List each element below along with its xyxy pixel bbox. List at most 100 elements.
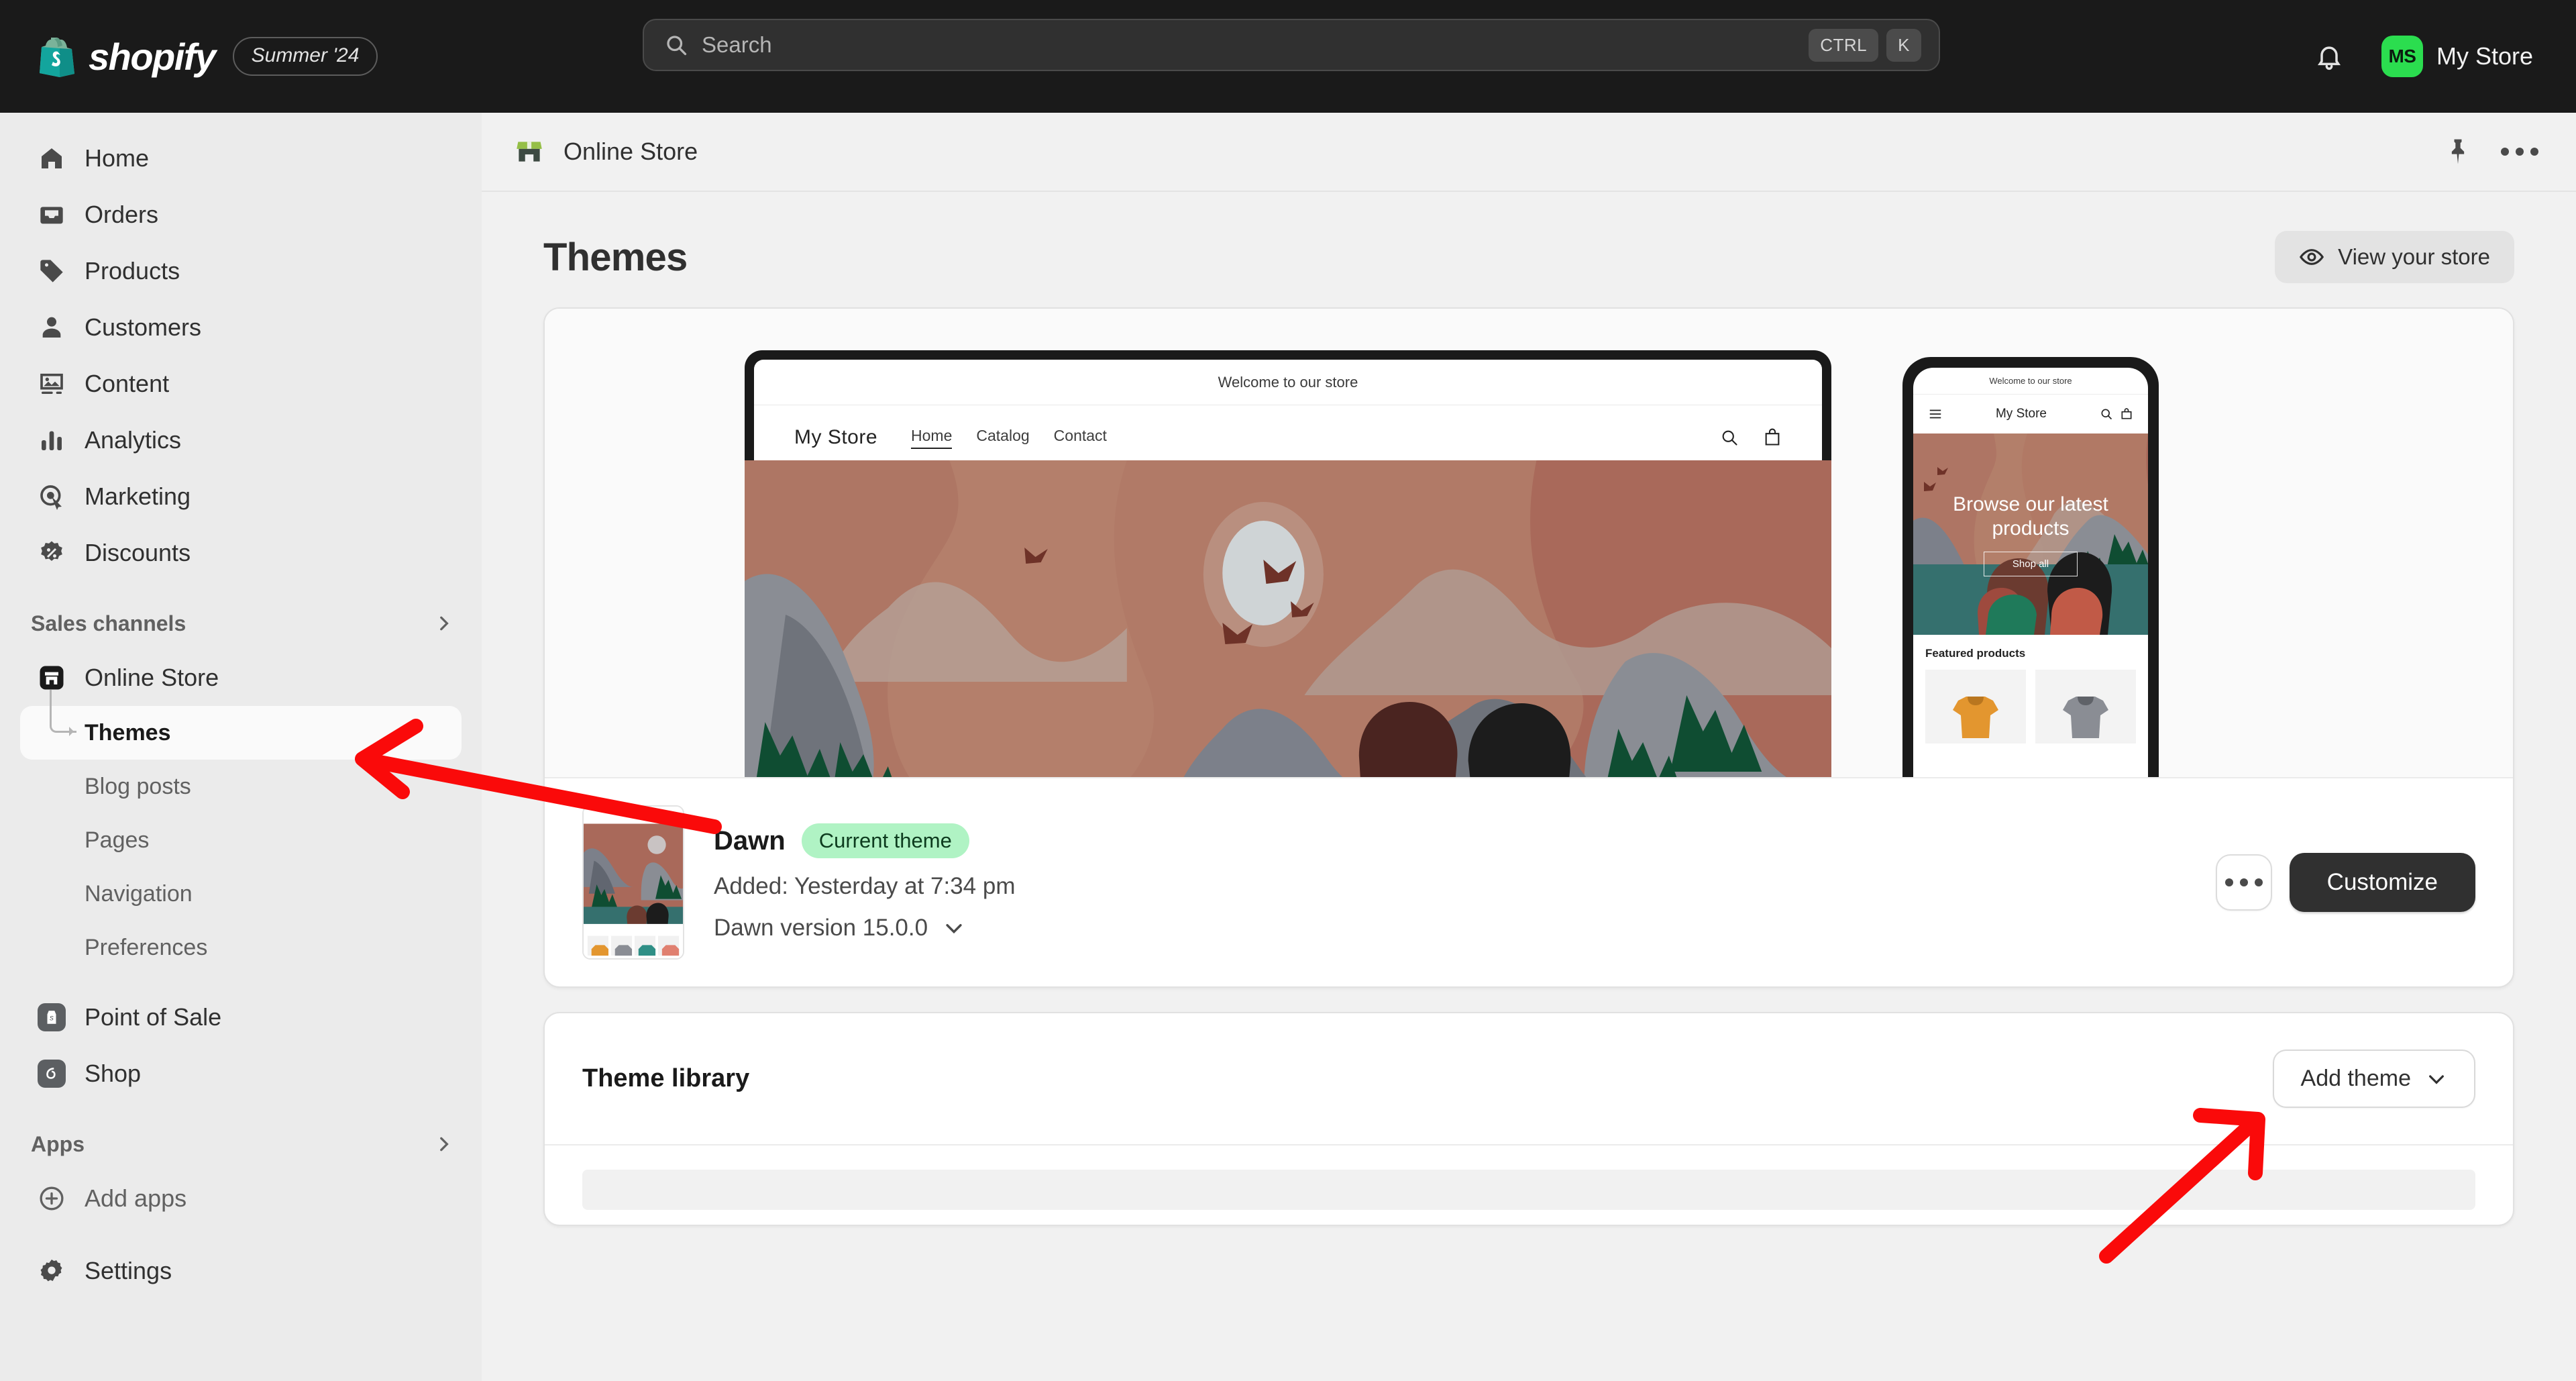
sidebar-item-online-store[interactable]: Online Store — [20, 650, 462, 706]
desktop-preview-mockup[interactable]: Welcome to our store My Store Home Catal… — [745, 350, 1831, 778]
theme-library-title: Theme library — [582, 1064, 749, 1093]
view-your-store-button[interactable]: View your store — [2275, 231, 2514, 283]
theme-card-actions: Customize — [2216, 853, 2475, 912]
page-header: Online Store — [482, 113, 2576, 192]
product-card[interactable] — [2035, 670, 2136, 744]
hamburger-menu-icon[interactable] — [1928, 407, 1943, 421]
mobile-preview-mockup[interactable]: Welcome to our store My Store — [1902, 357, 2159, 778]
sidebar-item-marketing[interactable]: Marketing — [20, 468, 462, 525]
sidebar-label-customers: Customers — [85, 313, 201, 342]
current-theme-card: Welcome to our store My Store Home Catal… — [543, 307, 2514, 988]
sidebar-item-preferences[interactable]: Preferences — [20, 921, 462, 974]
sidebar-label-navigation: Navigation — [85, 881, 193, 907]
mobile-shop-all-button[interactable]: Shop all — [1984, 552, 2078, 576]
cart-icon[interactable] — [2120, 407, 2133, 421]
sales-channels-label: Sales channels — [31, 611, 186, 636]
sidebar-label-online-store: Online Store — [85, 664, 219, 692]
store-switcher[interactable]: MS My Store — [2373, 30, 2541, 83]
sidebar-item-navigation[interactable]: Navigation — [20, 867, 462, 921]
add-theme-button[interactable]: Add theme — [2273, 1050, 2475, 1108]
sidebar-item-customers[interactable]: Customers — [20, 299, 462, 356]
sidebar-label-home: Home — [85, 144, 149, 172]
cart-icon[interactable] — [1763, 428, 1782, 447]
season-badge[interactable]: Summer '24 — [233, 37, 378, 76]
shopify-bag-icon — [38, 36, 76, 77]
theme-more-actions-button[interactable] — [2216, 854, 2272, 911]
sidebar-item-themes[interactable]: Themes — [20, 706, 462, 760]
sidebar-label-discounts: Discounts — [85, 539, 191, 567]
shop-icon — [38, 1060, 66, 1088]
search-icon[interactable] — [1720, 428, 1739, 447]
discount-icon — [38, 539, 66, 567]
pos-icon: s — [38, 1003, 66, 1031]
search-placeholder: Search — [702, 32, 1809, 58]
chevron-down-icon — [2426, 1068, 2447, 1090]
apps-header[interactable]: Apps — [31, 1125, 452, 1164]
preview-nav-home[interactable]: Home — [911, 427, 952, 449]
preview-nav-icons — [1720, 428, 1782, 447]
sidebar-item-shop[interactable]: Shop — [20, 1045, 462, 1102]
sidebar-label-pages: Pages — [85, 827, 149, 854]
shopify-logo[interactable]: shopify — [38, 35, 215, 79]
person-icon — [38, 313, 66, 342]
notifications-button[interactable] — [2305, 32, 2353, 81]
sidebar-label-add-apps: Add apps — [85, 1184, 186, 1213]
mobile-product-grid — [1925, 670, 2136, 744]
sidebar-label-shop: Shop — [85, 1060, 141, 1088]
search-wrapper: Search CTRL K — [643, 19, 1940, 71]
more-horizontal-icon — [2225, 878, 2263, 886]
keyboard-shortcut: CTRL K — [1809, 29, 1921, 62]
chevron-right-icon — [435, 615, 452, 632]
orders-icon — [38, 201, 66, 229]
search-icon — [664, 33, 688, 57]
search-icon[interactable] — [2100, 407, 2113, 421]
sidebar: Home Orders Products Customers Content — [0, 113, 482, 1381]
sidebar-label-analytics: Analytics — [85, 426, 181, 454]
main-content: Online Store Themes View your store — [482, 113, 2576, 1381]
product-card[interactable] — [1925, 670, 2026, 744]
sidebar-item-point-of-sale[interactable]: s Point of Sale — [20, 989, 462, 1045]
top-bar: shopify Summer '24 Search CTRL K MS My S… — [0, 0, 2576, 113]
search-bar[interactable]: Search CTRL K — [643, 19, 1940, 71]
kbd-k: K — [1886, 29, 1921, 62]
theme-library-body — [545, 1144, 2513, 1225]
storefront-icon — [38, 664, 66, 692]
theme-added-date: Added: Yesterday at 7:34 pm — [714, 873, 1016, 900]
sidebar-item-blog-posts[interactable]: Blog posts — [20, 760, 462, 813]
sidebar-item-discounts[interactable]: Discounts — [20, 525, 462, 581]
sidebar-item-pages[interactable]: Pages — [20, 813, 462, 867]
sidebar-label-marketing: Marketing — [85, 482, 191, 511]
apps-label: Apps — [31, 1132, 85, 1157]
sidebar-item-home[interactable]: Home — [20, 130, 462, 187]
sidebar-label-content: Content — [85, 370, 169, 398]
theme-version-row[interactable]: Dawn version 15.0.0 — [714, 915, 1016, 941]
store-name-label: My Store — [2436, 42, 2533, 70]
sidebar-item-analytics[interactable]: Analytics — [20, 412, 462, 468]
mobile-hero-heading: Browse our latest products — [1933, 493, 2128, 541]
sidebar-item-products[interactable]: Products — [20, 243, 462, 299]
sidebar-item-settings[interactable]: Settings — [20, 1243, 462, 1299]
pin-icon[interactable] — [2443, 137, 2473, 166]
sales-channels-header[interactable]: Sales channels — [31, 604, 452, 643]
preview-nav-catalog[interactable]: Catalog — [976, 427, 1029, 449]
more-horizontal-icon[interactable] — [2501, 148, 2538, 156]
bell-icon — [2314, 42, 2344, 71]
gear-icon — [38, 1257, 66, 1285]
mobile-featured-section: Featured products — [1913, 635, 2148, 744]
mobile-announcement-bar: Welcome to our store — [1913, 368, 2148, 395]
customize-button[interactable]: Customize — [2290, 853, 2475, 912]
mobile-hero-content: Browse our latest products Shop all — [1913, 433, 2148, 635]
sidebar-label-preferences: Preferences — [85, 935, 207, 961]
preview-nav-contact[interactable]: Contact — [1054, 427, 1107, 449]
storefront-color-icon — [513, 135, 546, 168]
theme-thumbnail — [582, 805, 684, 960]
sidebar-label-orders: Orders — [85, 201, 158, 229]
theme-meta: Dawn Current theme Added: Yesterday at 7… — [714, 823, 1016, 941]
theme-name-row: Dawn Current theme — [714, 823, 1016, 858]
home-icon — [38, 144, 66, 172]
sidebar-item-add-apps[interactable]: Add apps — [20, 1170, 462, 1227]
theme-library-card: Theme library Add theme — [543, 1012, 2514, 1226]
theme-name: Dawn — [714, 826, 786, 856]
sidebar-item-orders[interactable]: Orders — [20, 187, 462, 243]
sidebar-item-content[interactable]: Content — [20, 356, 462, 412]
